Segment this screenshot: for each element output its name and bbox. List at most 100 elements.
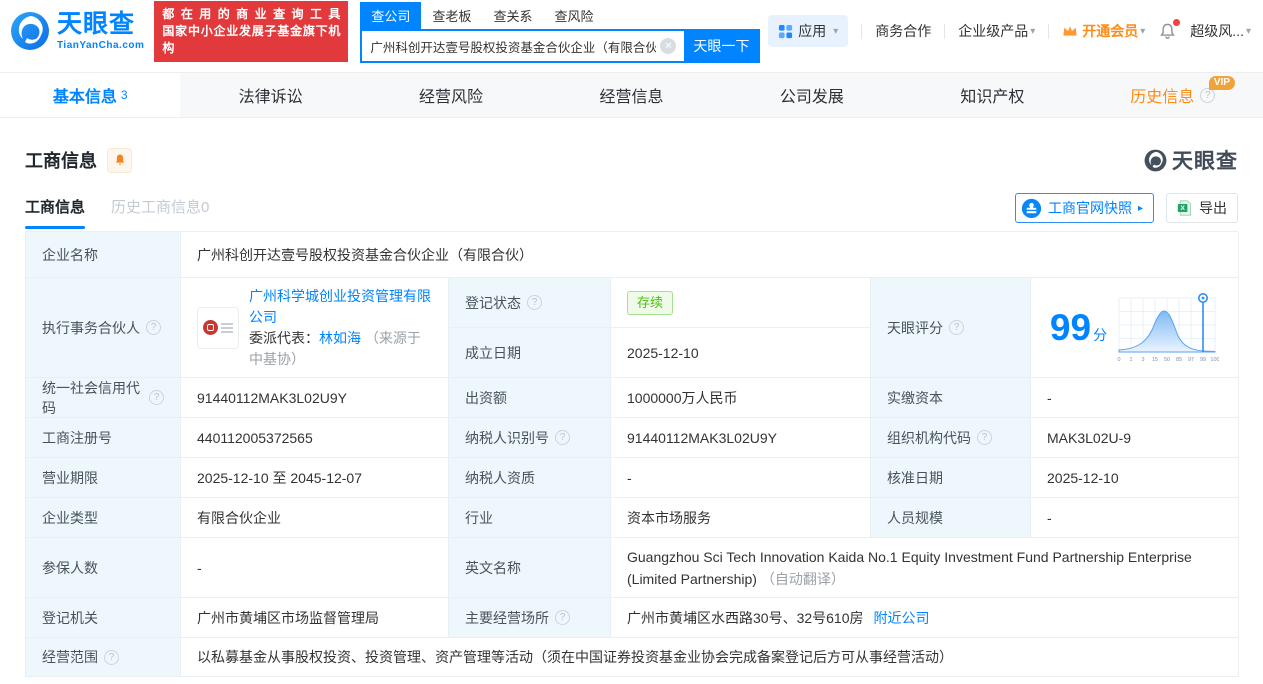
partner-company-logo[interactable] bbox=[197, 306, 239, 349]
taxpayer-id-value: 91440112MAK3L02U9Y bbox=[611, 418, 871, 458]
apps-label: 应用 bbox=[798, 23, 827, 39]
caret-down-icon: ▾ bbox=[1140, 25, 1146, 37]
tab-operation-info[interactable]: 经营信息 bbox=[541, 73, 721, 117]
tab-basic-info[interactable]: 基本信息 3 bbox=[0, 73, 181, 117]
approval-date-label: 核准日期 bbox=[887, 469, 943, 486]
reg-number-label: 工商注册号 bbox=[42, 429, 112, 446]
row-label: 纳税人识别号 ? bbox=[449, 418, 611, 458]
help-icon[interactable]: ? bbox=[527, 295, 542, 310]
watermark-swirl-icon bbox=[1144, 149, 1167, 171]
main-content: 工商信息 天眼查 工商信息 历史工商信息0 工商官网快照 ▸ X 导出 企业名称… bbox=[0, 145, 1263, 677]
insured-count-text: - bbox=[197, 559, 202, 576]
row-label: 登记状态 ? bbox=[449, 278, 611, 328]
credit-code-value: 91440112MAK3L02U9Y bbox=[181, 378, 449, 418]
promo-line1: 都在用的商业查询工具 bbox=[162, 6, 341, 21]
export-button[interactable]: X 导出 bbox=[1166, 193, 1238, 223]
nav-enterprise-products[interactable]: 企业级产品 ▾ bbox=[958, 21, 1035, 41]
org-code-text: MAK3L02U-9 bbox=[1047, 429, 1132, 446]
subtab-history-business-info[interactable]: 历史工商信息0 bbox=[111, 196, 209, 229]
tab-basic-info-count: 3 bbox=[120, 88, 128, 102]
search-tab-company[interactable]: 查公司 bbox=[360, 2, 422, 29]
apps-menu[interactable]: 应用 ▾ bbox=[768, 15, 849, 47]
business-term-label: 营业期限 bbox=[42, 469, 98, 486]
nearby-companies-link[interactable]: 附近公司 bbox=[874, 608, 930, 628]
reg-status-label: 登记状态 bbox=[465, 294, 521, 311]
row-label: 核准日期 bbox=[871, 458, 1031, 498]
help-icon[interactable]: ? bbox=[146, 320, 161, 335]
industry-label: 行业 bbox=[465, 509, 493, 526]
super-risk-label: 超级风... bbox=[1190, 23, 1244, 39]
svg-text:X: X bbox=[1180, 205, 1185, 212]
help-icon[interactable]: ? bbox=[977, 430, 992, 445]
notification-bell-icon[interactable] bbox=[1158, 18, 1181, 41]
tab-history-info[interactable]: VIP 历史信息 ? bbox=[1083, 73, 1263, 117]
search-tab-boss[interactable]: 查老板 bbox=[421, 2, 482, 29]
membership-label: 开通会员 bbox=[1082, 23, 1139, 39]
crown-icon bbox=[1063, 26, 1077, 36]
promo-line2: 国家中小企业发展子基金旗下机构 bbox=[162, 23, 341, 55]
business-term-value: 2025-12-10 至 2045-12-07 bbox=[181, 458, 449, 498]
subtab-row: 工商信息 历史工商信息0 工商官网快照 ▸ X 导出 bbox=[25, 193, 1238, 231]
help-icon[interactable]: ? bbox=[555, 430, 570, 445]
nav-biz-coop[interactable]: 商务合作 bbox=[875, 21, 931, 41]
clear-search-icon[interactable]: ✕ bbox=[660, 38, 677, 54]
business-scope-value: 以私募基金从事股权投资、投资管理、资产管理等活动（须在中国证券投资基金业协会完成… bbox=[181, 638, 1239, 677]
search-tab-relation[interactable]: 查关系 bbox=[482, 2, 543, 29]
reg-number-text: 440112005372565 bbox=[197, 429, 313, 446]
row-label: 经营范围 ? bbox=[26, 638, 181, 677]
establish-date-text: 2025-12-10 bbox=[627, 344, 699, 361]
score-value: 99 分 0 1 3 15 50 85 97 99 100 bbox=[1031, 278, 1239, 378]
caret-down-icon: ▾ bbox=[833, 25, 839, 37]
help-icon[interactable]: ? bbox=[149, 390, 164, 405]
vip-badge: VIP bbox=[1208, 76, 1235, 90]
partner-company-link[interactable]: 广州科学城创业投资管理有限公司 bbox=[249, 288, 431, 325]
nav-super-risk[interactable]: 超级风... ▾ bbox=[1190, 21, 1251, 41]
help-icon[interactable]: ? bbox=[104, 649, 119, 665]
tab-legal[interactable]: 法律诉讼 bbox=[180, 73, 360, 117]
svg-text:99: 99 bbox=[1200, 357, 1206, 363]
search-input[interactable] bbox=[362, 39, 661, 53]
logo-swirl-icon bbox=[11, 12, 49, 50]
credit-code-text: 91440112MAK3L02U9Y bbox=[197, 389, 347, 406]
tianyancha-logo[interactable]: 天眼查 TianYanCha.com bbox=[10, 11, 144, 51]
row-label: 统一社会信用代码 ? bbox=[26, 378, 181, 418]
rep-name-link[interactable]: 林如海 bbox=[319, 330, 361, 346]
enterprise-products-label: 企业级产品 bbox=[958, 23, 1029, 39]
reg-status-value: 存续 bbox=[611, 278, 871, 328]
search-tab-risk[interactable]: 查风险 bbox=[543, 2, 604, 29]
company-type-value: 有限合伙企业 bbox=[181, 498, 449, 538]
subtab-business-info[interactable]: 工商信息 bbox=[25, 196, 86, 229]
row-label: 营业期限 bbox=[26, 458, 181, 498]
official-snapshot-button[interactable]: 工商官网快照 ▸ bbox=[1014, 193, 1154, 223]
paid-capital-value: - bbox=[1031, 378, 1239, 418]
approval-date-value: 2025-12-10 bbox=[1031, 458, 1239, 498]
capital-text: 1000000万人民币 bbox=[627, 389, 738, 406]
paid-capital-label: 实缴资本 bbox=[887, 389, 943, 406]
caret-down-icon: ▾ bbox=[1030, 25, 1036, 37]
reg-authority-label: 登记机关 bbox=[42, 609, 98, 626]
business-location-text: 广州市黄埔区水西路30号、32号610房 bbox=[627, 609, 864, 626]
svg-text:0: 0 bbox=[1118, 357, 1121, 363]
tab-operation-risk[interactable]: 经营风险 bbox=[361, 73, 541, 117]
taxpayer-quality-label: 纳税人资质 bbox=[465, 469, 535, 486]
credit-code-label: 统一社会信用代码 bbox=[42, 379, 140, 416]
capital-value: 1000000万人民币 bbox=[611, 378, 871, 418]
export-button-label: 导出 bbox=[1199, 200, 1227, 216]
tab-basic-info-label: 基本信息 bbox=[52, 89, 117, 106]
help-icon[interactable]: ? bbox=[949, 320, 964, 335]
tab-company-development[interactable]: 公司发展 bbox=[722, 73, 902, 117]
reg-authority-text: 广州市黄埔区市场监督管理局 bbox=[197, 609, 379, 626]
row-label: 登记机关 bbox=[26, 598, 181, 638]
row-label: 执行事务合伙人 ? bbox=[26, 278, 181, 378]
nav-membership[interactable]: 开通会员 ▾ bbox=[1062, 21, 1145, 41]
row-label: 企业类型 bbox=[26, 498, 181, 538]
score-unit: 分 bbox=[1093, 327, 1108, 343]
excel-icon: X bbox=[1177, 200, 1191, 216]
tab-intellectual-property[interactable]: 知识产权 bbox=[902, 73, 1082, 117]
row-label: 行业 bbox=[449, 498, 611, 538]
search-button[interactable]: 天眼一下 bbox=[684, 31, 759, 61]
rep-label: 委派代表： bbox=[249, 329, 319, 346]
logo-text-block: 天眼查 TianYanCha.com bbox=[57, 11, 144, 51]
monitor-bell-icon[interactable] bbox=[107, 147, 132, 173]
help-icon[interactable]: ? bbox=[555, 610, 570, 625]
